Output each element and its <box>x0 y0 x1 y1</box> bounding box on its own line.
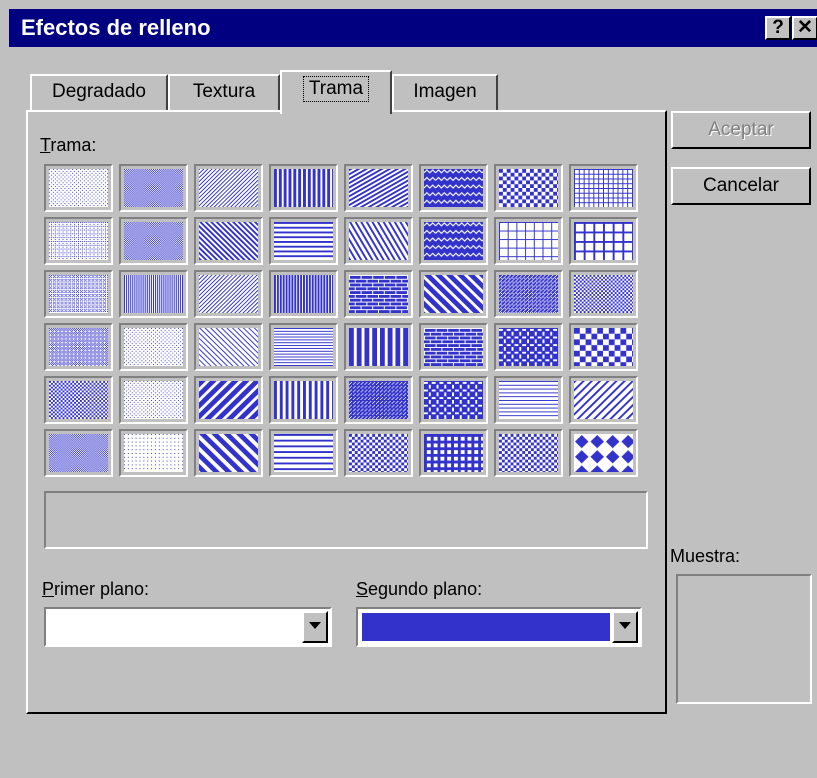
tab-label: Degradado <box>51 81 147 102</box>
pattern-swatch[interactable] <box>569 217 638 265</box>
close-icon: ✕ <box>797 17 813 38</box>
foreground-color-swatch <box>50 613 300 641</box>
pattern-swatch[interactable] <box>419 323 488 371</box>
pattern-swatch[interactable] <box>344 164 413 212</box>
pattern-swatch[interactable] <box>44 323 113 371</box>
pattern-swatch[interactable] <box>269 217 338 265</box>
pattern-swatch[interactable] <box>569 164 638 212</box>
pattern-swatch[interactable] <box>569 429 638 477</box>
chevron-down-icon <box>309 622 321 629</box>
pattern-swatch[interactable] <box>419 217 488 265</box>
pattern-swatch[interactable] <box>44 429 113 477</box>
pattern-swatch[interactable] <box>194 164 263 212</box>
background-label: Segundo plano: <box>356 579 483 599</box>
title-bar[interactable]: Efectos de relleno ? ✕ <box>9 9 817 47</box>
cancel-button[interactable]: Cancelar <box>671 167 811 205</box>
pattern-swatch[interactable] <box>419 270 488 318</box>
pattern-swatch[interactable] <box>344 270 413 318</box>
preview-label: Muestra: <box>670 546 741 566</box>
close-button[interactable]: ✕ <box>792 16 817 40</box>
pattern-swatch[interactable] <box>194 429 263 477</box>
pattern-grid <box>44 164 643 478</box>
pattern-description <box>44 491 648 549</box>
pattern-swatch[interactable] <box>269 164 338 212</box>
background-color-swatch <box>362 613 610 641</box>
background-dropdown-button[interactable] <box>612 611 638 643</box>
fill-effects-dialog: Efectos de relleno ? ✕ Degradado Textura… <box>0 0 817 778</box>
foreground-color-dropdown[interactable] <box>44 607 332 647</box>
tab-label: Trama <box>302 76 370 102</box>
tab-trama[interactable]: Trama <box>280 70 392 114</box>
pattern-swatch[interactable] <box>44 376 113 424</box>
pattern-swatch[interactable] <box>419 429 488 477</box>
pattern-swatch[interactable] <box>194 323 263 371</box>
background-color-dropdown[interactable] <box>356 607 642 647</box>
pattern-swatch[interactable] <box>419 376 488 424</box>
window-title: Efectos de relleno <box>21 15 211 40</box>
pattern-swatch[interactable] <box>119 323 188 371</box>
tab-label: Imagen <box>413 81 477 102</box>
pattern-swatch[interactable] <box>344 323 413 371</box>
chevron-down-icon <box>619 622 631 629</box>
pattern-swatch[interactable] <box>194 376 263 424</box>
pattern-swatch[interactable] <box>119 376 188 424</box>
pattern-swatch[interactable] <box>494 164 563 212</box>
pattern-swatch[interactable] <box>494 376 563 424</box>
pattern-swatch[interactable] <box>44 217 113 265</box>
pattern-swatch[interactable] <box>344 217 413 265</box>
accept-button[interactable]: Aceptar <box>671 111 811 149</box>
pattern-swatch[interactable] <box>494 429 563 477</box>
pattern-swatch[interactable] <box>194 217 263 265</box>
pattern-swatch[interactable] <box>194 270 263 318</box>
pattern-swatch[interactable] <box>119 270 188 318</box>
trama-label: Trama: <box>40 135 97 155</box>
pattern-swatch[interactable] <box>269 429 338 477</box>
pattern-swatch[interactable] <box>494 323 563 371</box>
pattern-swatch[interactable] <box>44 270 113 318</box>
tab-textura[interactable]: Textura <box>168 74 280 110</box>
pattern-swatch[interactable] <box>494 217 563 265</box>
pattern-swatch[interactable] <box>569 323 638 371</box>
pattern-swatch[interactable] <box>119 164 188 212</box>
pattern-swatch[interactable] <box>269 270 338 318</box>
pattern-swatch[interactable] <box>269 376 338 424</box>
tab-degradado[interactable]: Degradado <box>30 74 168 110</box>
tab-label: Textura <box>192 81 256 102</box>
foreground-dropdown-button[interactable] <box>302 611 328 643</box>
pattern-swatch[interactable] <box>569 376 638 424</box>
pattern-swatch[interactable] <box>344 376 413 424</box>
pattern-swatch[interactable] <box>119 217 188 265</box>
pattern-swatch[interactable] <box>269 323 338 371</box>
help-button[interactable]: ? <box>765 16 791 40</box>
pattern-swatch[interactable] <box>344 429 413 477</box>
pattern-swatch[interactable] <box>419 164 488 212</box>
pattern-swatch[interactable] <box>494 270 563 318</box>
preview-box <box>676 574 812 704</box>
pattern-swatch[interactable] <box>569 270 638 318</box>
pattern-swatch[interactable] <box>44 164 113 212</box>
foreground-label: Primer plano: <box>42 579 150 599</box>
tab-imagen[interactable]: Imagen <box>392 74 498 110</box>
pattern-swatch[interactable] <box>119 429 188 477</box>
